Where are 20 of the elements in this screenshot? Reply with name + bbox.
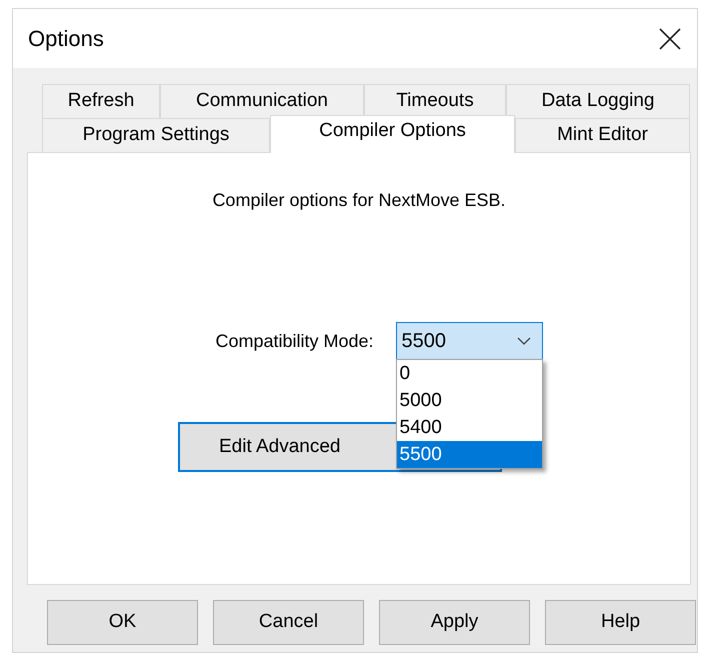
window-title: Options [28,25,104,53]
tab[interactable]: Compiler Options [270,115,515,153]
tab[interactable]: Communication [160,84,364,118]
dialog-button[interactable]: Help [545,600,696,645]
chevron-down-icon [516,337,531,345]
tab[interactable]: Program Settings [42,118,270,152]
dialog-button[interactable]: Apply [379,600,530,645]
dropdown-option[interactable]: 0 [396,360,542,387]
description-text: Compiler options for NextMove ESB. [212,189,506,212]
close-icon[interactable] [659,28,681,50]
dropdown-option[interactable]: 5500 [396,441,542,468]
tab[interactable]: Data Logging [506,84,690,118]
compatibility-dropdown[interactable]: 5500 [396,322,543,360]
dropdown-option[interactable]: 5000 [396,387,542,414]
tab[interactable]: Timeouts [364,84,506,118]
tab[interactable]: Refresh [42,84,160,118]
compatibility-label: Compatibility Mode: [215,330,374,353]
dialog-button[interactable]: OK [47,600,198,645]
dialog-button[interactable]: Cancel [213,600,364,645]
tab[interactable]: Mint Editor [515,118,690,152]
